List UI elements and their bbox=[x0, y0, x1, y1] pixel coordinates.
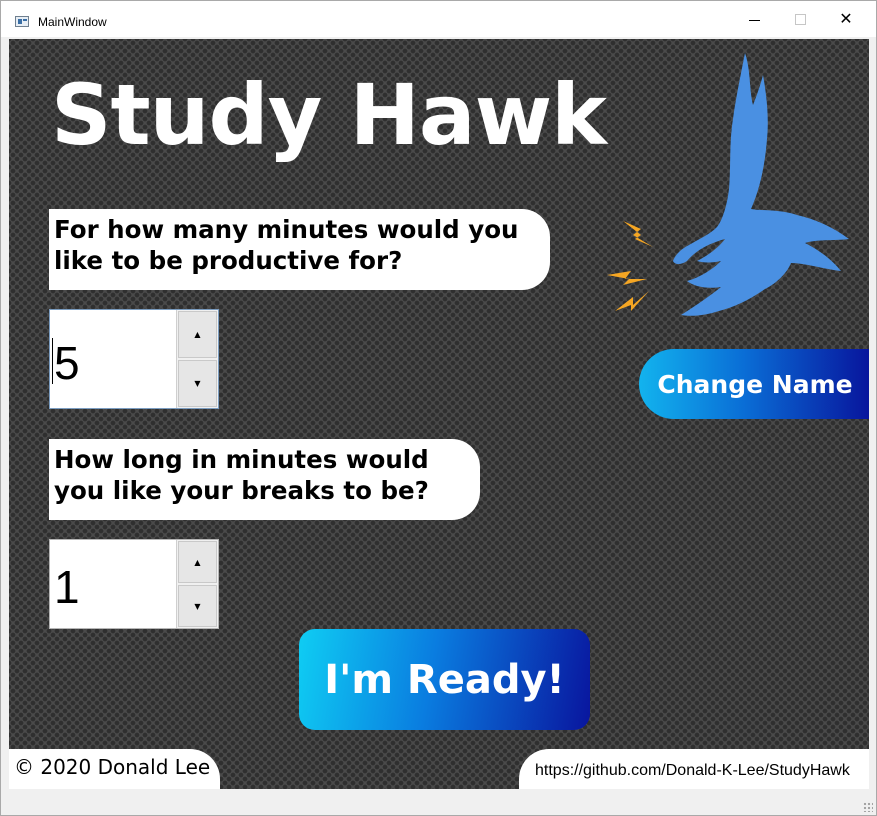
minimize-button[interactable] bbox=[731, 1, 777, 37]
spinbox-arrows: ▲ ▼ bbox=[176, 540, 218, 628]
github-link[interactable]: https://github.com/Donald-K-Lee/StudyHaw… bbox=[519, 749, 869, 789]
ready-button[interactable]: I'm Ready! bbox=[299, 629, 590, 730]
change-name-button[interactable]: Change Name bbox=[639, 349, 869, 419]
work-duration-question: For how many minutes would you like to b… bbox=[49, 209, 550, 290]
close-icon: ✕ bbox=[839, 9, 853, 28]
work-minutes-value[interactable]: 5 bbox=[54, 336, 80, 390]
text-cursor bbox=[52, 338, 53, 384]
lightning-icon bbox=[607, 221, 653, 311]
break-minutes-value[interactable]: 1 bbox=[54, 560, 80, 614]
hawk-icon bbox=[607, 53, 849, 316]
window-app-icon bbox=[15, 16, 29, 27]
resize-grip[interactable] bbox=[863, 802, 873, 812]
break-duration-question: How long in minutes would you like your … bbox=[49, 439, 480, 520]
title-bar[interactable]: MainWindow ✕ bbox=[1, 1, 876, 37]
main-window: MainWindow ✕ Study Hawk For how many min… bbox=[0, 0, 877, 816]
spinbox-arrows: ▲ ▼ bbox=[176, 310, 218, 408]
decrement-button[interactable]: ▼ bbox=[178, 360, 217, 407]
break-minutes-spinbox[interactable]: 1 ▲ ▼ bbox=[49, 539, 219, 629]
maximize-icon bbox=[794, 13, 806, 25]
maximize-button[interactable] bbox=[777, 1, 823, 37]
increment-button[interactable]: ▲ bbox=[178, 541, 217, 583]
main-content: Study Hawk For how many minutes would yo… bbox=[9, 39, 869, 789]
minimize-icon bbox=[748, 19, 760, 21]
close-button[interactable]: ✕ bbox=[823, 1, 869, 37]
window-title: MainWindow bbox=[38, 15, 107, 29]
app-title: Study Hawk bbox=[51, 66, 607, 164]
increment-button[interactable]: ▲ bbox=[178, 311, 217, 358]
work-minutes-spinbox[interactable]: 5 ▲ ▼ bbox=[49, 309, 219, 409]
copyright-label: © 2020 Donald Lee bbox=[9, 749, 220, 789]
decrement-button[interactable]: ▼ bbox=[178, 585, 217, 627]
